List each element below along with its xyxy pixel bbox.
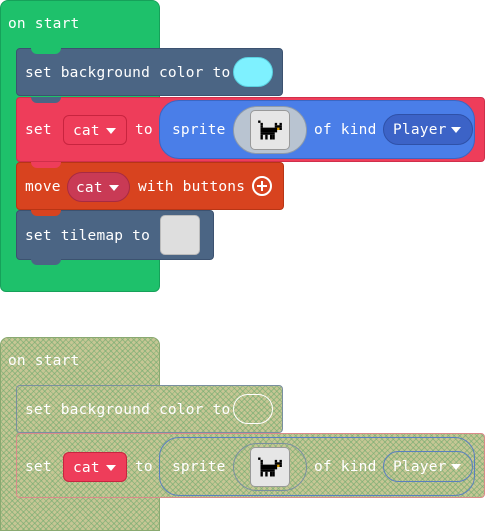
block-notch — [31, 48, 61, 54]
sprite-image-picker[interactable] — [233, 106, 307, 154]
sprite-of-kind-reporter[interactable]: sprite of kind Player — [159, 100, 475, 159]
sprite-of-kind-reporter[interactable]: sprite of kind Player — [159, 437, 475, 496]
cat-sprite-icon — [258, 120, 282, 140]
expand-plus-icon[interactable] — [252, 176, 272, 196]
variable-dropdown-value: cat — [73, 123, 100, 139]
with-buttons-label: with buttons — [138, 179, 246, 195]
variable-dropdown[interactable]: cat — [67, 172, 130, 202]
move-label: move — [25, 179, 61, 195]
to-label: to — [135, 122, 153, 138]
set-label: set — [25, 122, 52, 138]
sprite-image-frame[interactable] — [250, 110, 290, 150]
chevron-down-icon — [109, 185, 119, 191]
chevron-down-icon — [451, 464, 461, 470]
set-label: set — [25, 459, 52, 475]
kind-dropdown[interactable]: Player — [383, 451, 473, 482]
of-kind-label: of kind — [314, 122, 377, 138]
of-kind-label: of kind — [314, 459, 377, 475]
set-background-color-label: set background color to — [25, 402, 231, 418]
kind-dropdown-value: Player — [393, 122, 447, 138]
chevron-down-icon — [451, 127, 461, 133]
sprite-image-frame[interactable] — [250, 447, 290, 487]
variable-dropdown[interactable]: cat — [63, 452, 127, 482]
set-background-color-label: set background color to — [25, 65, 231, 81]
kind-dropdown[interactable]: Player — [383, 114, 473, 145]
background-color-swatch[interactable] — [233, 394, 273, 424]
background-color-swatch[interactable] — [233, 57, 273, 87]
on-start-label: on start — [8, 353, 80, 369]
sprite-label: sprite — [172, 459, 226, 475]
variable-dropdown-value: cat — [76, 180, 103, 196]
cat-sprite-icon — [258, 457, 282, 477]
block-notch — [31, 97, 61, 103]
kind-dropdown-value: Player — [393, 459, 447, 475]
sprite-image-picker[interactable] — [233, 443, 307, 491]
set-tilemap-label: set tilemap to — [25, 228, 151, 244]
variable-dropdown-value: cat — [73, 460, 100, 476]
chevron-down-icon — [106, 128, 116, 134]
block-notch — [31, 210, 61, 216]
to-label: to — [135, 459, 153, 475]
tilemap-picker[interactable] — [160, 215, 200, 255]
block-notch-bottom — [31, 259, 61, 265]
variable-dropdown[interactable]: cat — [63, 115, 127, 145]
block-notch — [31, 162, 61, 168]
sprite-label: sprite — [172, 122, 226, 138]
on-start-label: on start — [8, 16, 80, 32]
chevron-down-icon — [106, 465, 116, 471]
